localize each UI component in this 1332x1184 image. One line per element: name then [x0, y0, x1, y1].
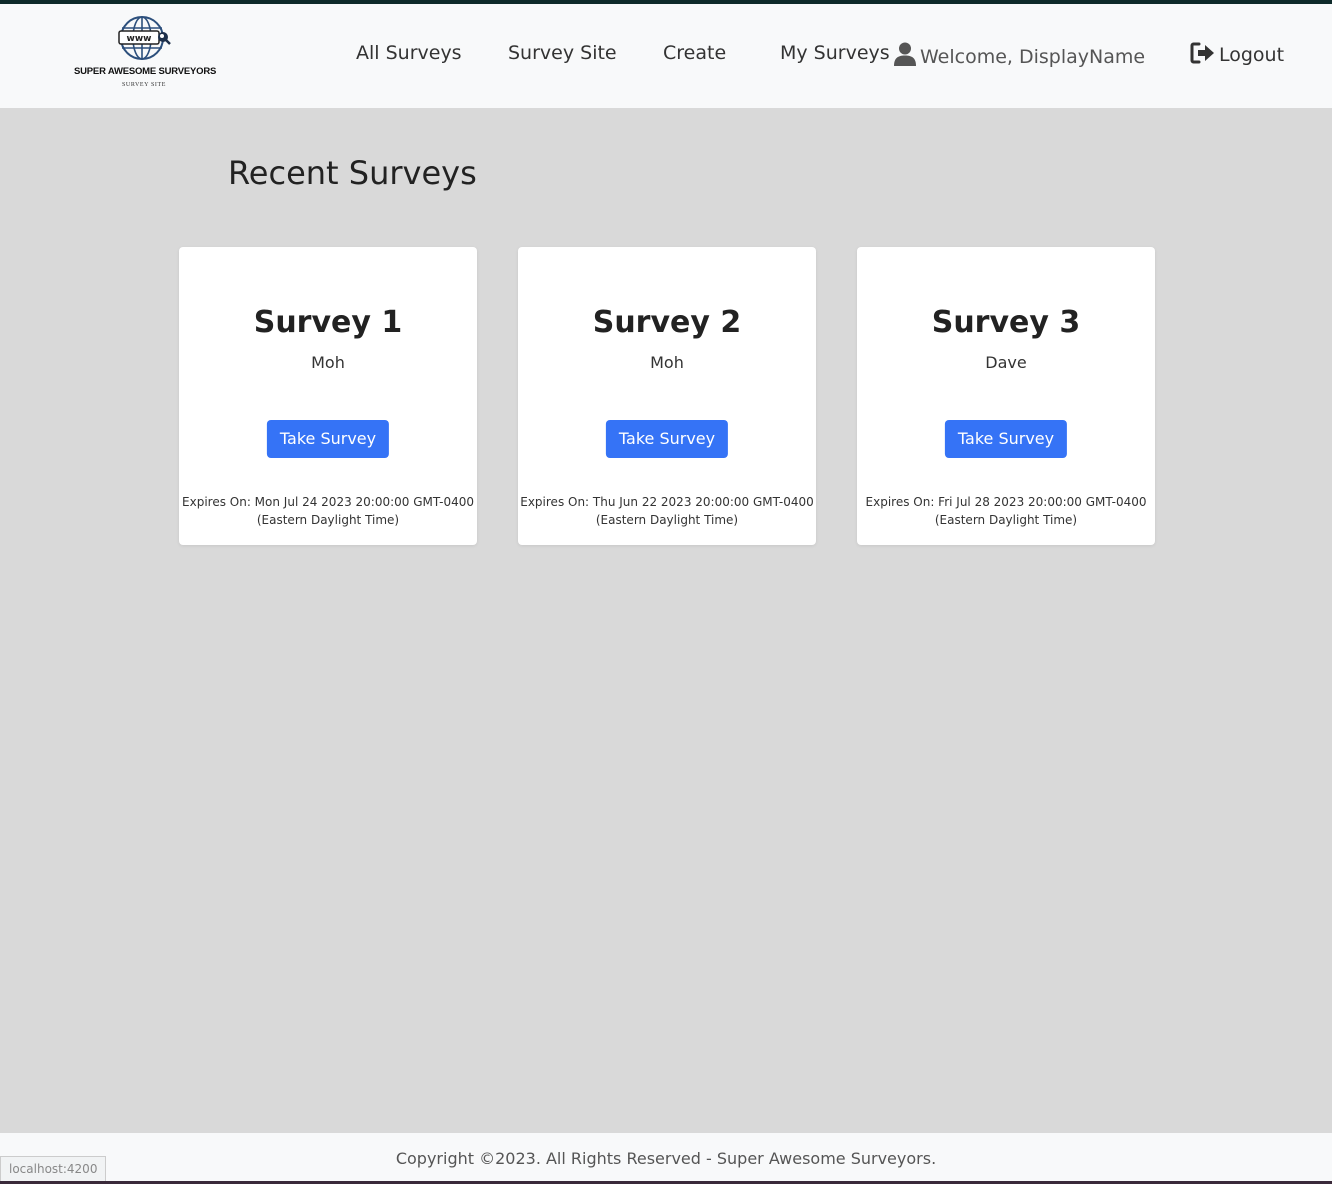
welcome-message: Welcome, DisplayName — [894, 42, 1145, 68]
globe-icon: www — [118, 16, 171, 60]
welcome-text: Welcome, DisplayName — [920, 46, 1146, 68]
take-survey-button[interactable]: Take Survey — [605, 420, 729, 458]
nav-all-surveys[interactable]: All Surveys — [356, 42, 462, 64]
brand-tagline: SURVEY SITE — [121, 82, 167, 88]
logout-link[interactable]: Logout — [1190, 42, 1284, 66]
page-title: Recent Surveys — [228, 154, 477, 192]
footer: Copyright ©2023. All Rights Reserved - S… — [0, 1133, 1332, 1184]
nav-my-surveys[interactable]: My Surveys — [780, 42, 890, 64]
take-survey-button[interactable]: Take Survey — [944, 420, 1068, 458]
survey-author: Dave — [985, 353, 1027, 372]
browser-status-url: localhost:4200 — [0, 1156, 107, 1182]
brand-logo[interactable]: www SUPER AWESOME SURVEYORS SURVEY SITE — [74, 14, 217, 104]
survey-expiry: Expires On: Thu Jun 22 2023 20:00:00 GMT… — [520, 495, 814, 527]
survey-author: Moh — [311, 353, 345, 372]
take-survey-button[interactable]: Take Survey — [266, 420, 390, 458]
nav-survey-site[interactable]: Survey Site — [508, 42, 617, 64]
survey-card-3: Survey 3 Dave Take Survey Expires On: Fr… — [857, 247, 1155, 545]
survey-card-2: Survey 2 Moh Take Survey Expires On: Thu… — [518, 247, 816, 545]
user-icon — [894, 42, 916, 66]
logo-www-text: www — [127, 34, 152, 44]
survey-expiry: Expires On: Mon Jul 24 2023 20:00:00 GMT… — [182, 495, 474, 527]
nav-create[interactable]: Create — [663, 42, 726, 64]
survey-expiry: Expires On: Fri Jul 28 2023 20:00:00 GMT… — [865, 495, 1147, 527]
logout-icon — [1190, 42, 1214, 64]
survey-title: Survey 1 — [253, 305, 403, 340]
navbar: www SUPER AWESOME SURVEYORS SURVEY SITE … — [0, 4, 1332, 108]
survey-author: Moh — [650, 353, 684, 372]
brand-name: SUPER AWESOME SURVEYORS — [74, 66, 217, 77]
survey-card-1: Survey 1 Moh Take Survey Expires On: Mon… — [179, 247, 477, 545]
survey-title: Survey 2 — [592, 305, 742, 340]
logout-label: Logout — [1219, 44, 1285, 66]
footer-copyright: Copyright ©2023. All Rights Reserved - S… — [395, 1149, 937, 1168]
survey-title: Survey 3 — [931, 305, 1081, 340]
